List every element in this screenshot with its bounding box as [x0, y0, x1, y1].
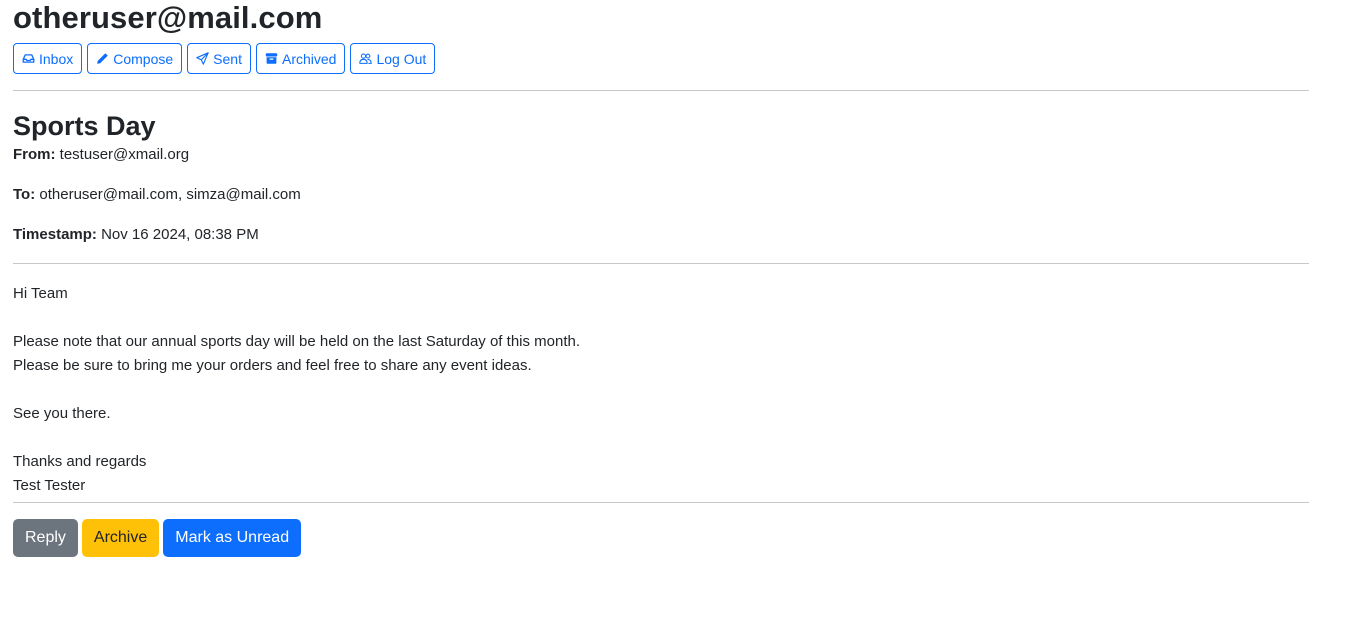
send-icon: [196, 52, 209, 65]
divider: [13, 502, 1309, 503]
from-label: From:: [13, 146, 56, 163]
inbox-label: Inbox: [39, 50, 74, 67]
people-icon: [359, 52, 373, 65]
archive-icon: [265, 52, 278, 65]
email-subject: Sports Day: [13, 111, 156, 141]
timestamp-label: Timestamp:: [13, 226, 97, 243]
from-row: From: testuser@xmail.org: [13, 145, 1309, 165]
timestamp-value: Nov 16 2024, 08:38 PM: [101, 226, 259, 243]
logout-label: Log Out: [376, 50, 427, 67]
sent-button[interactable]: Sent: [187, 43, 251, 74]
archived-label: Archived: [281, 50, 337, 67]
nav-bar: Inbox Compose Sent Archived Log Out: [13, 43, 1309, 74]
pencil-icon: [96, 52, 109, 65]
logout-button[interactable]: Log Out: [350, 43, 436, 74]
divider: [13, 263, 1309, 264]
sent-label: Sent: [213, 50, 242, 67]
mark-unread-button[interactable]: Mark as Unread: [163, 519, 302, 557]
email-body: Hi Team Please note that our annual spor…: [13, 285, 581, 494]
timestamp-row: Timestamp: Nov 16 2024, 08:38 PM: [13, 225, 1309, 245]
inbox-icon: [22, 52, 35, 65]
compose-button[interactable]: Compose: [87, 43, 183, 74]
to-row: To: otheruser@mail.com, simza@mail.com: [13, 185, 1309, 205]
archived-button[interactable]: Archived: [255, 43, 346, 74]
reply-button[interactable]: Reply: [13, 519, 78, 557]
action-bar: Reply Archive Mark as Unread: [13, 519, 1309, 557]
user-email-heading: otheruser@mail.com: [13, 0, 323, 35]
archive-button[interactable]: Archive: [81, 519, 160, 557]
from-value: testuser@xmail.org: [59, 146, 190, 163]
divider: [13, 90, 1309, 91]
to-value: otheruser@mail.com, simza@mail.com: [39, 186, 301, 203]
compose-label: Compose: [113, 50, 174, 67]
to-label: To:: [13, 186, 36, 203]
inbox-button[interactable]: Inbox: [13, 43, 83, 74]
email-view: otheruser@mail.com Inbox Compose Sent Ar…: [13, 0, 1309, 557]
